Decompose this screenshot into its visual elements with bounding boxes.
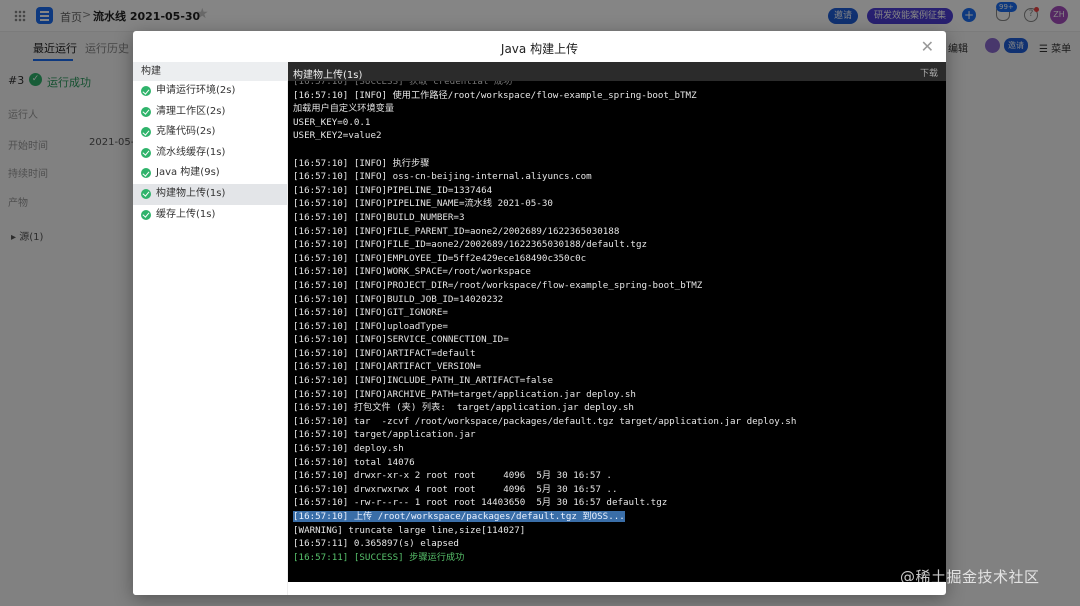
log-header: 构建物上传(1s) 下载 (288, 62, 946, 81)
log-line: [16:57:10] 打包文件 (夹) 列表: target/applicati… (293, 402, 634, 414)
log-line: [16:57:10] [INFO]FILE_ID=aone2/2002689/1… (293, 239, 648, 251)
success-check-icon (141, 86, 151, 96)
success-check-icon (141, 209, 151, 220)
step-item[interactable]: 缓存上传(1s) (133, 205, 287, 226)
log-line: [16:57:10] [INFO]BUILD_JOB_ID=14020232 (293, 293, 504, 305)
log-line: [16:57:10] target/application.jar (293, 429, 476, 441)
log-line: [16:57:11] [SUCCESS] 步骤运行成功 (293, 551, 465, 563)
log-line: [16:57:10] drwxr-xr-x 2 root root 4096 5… (293, 470, 612, 482)
log-title: 构建物上传(1s) (293, 70, 363, 81)
step-label: 流水线缓存(1s) (156, 146, 226, 158)
log-line: [16:57:10] 上传 /root/workspace/packages/d… (293, 510, 943, 524)
step-item[interactable]: 流水线缓存(1s) (133, 143, 287, 164)
success-check-icon (141, 188, 151, 199)
step-list: 构建 申请运行环境(2s) 清理工作区(2s) 克隆代码(2s) 流水线缓存(1s) J… (133, 62, 288, 595)
log-line: [16:57:10] [INFO]ARCHIVE_PATH=target/app… (293, 388, 636, 400)
log-line: [16:57:10] [INFO]uploadType= (293, 320, 448, 332)
log-line: USER_KEY2=value2 (293, 130, 382, 142)
log-line: [16:57:10] [INFO]BUILD_NUMBER=3 (293, 211, 465, 223)
download-button[interactable]: 下载 (920, 66, 938, 79)
log-line: [WARNING] truncate large line,size[11402… (293, 524, 526, 536)
step-list-header: 构建 (133, 62, 287, 81)
log-line: USER_KEY=0.0.1 (293, 116, 371, 128)
success-check-icon (141, 106, 151, 117)
log-line: [16:57:10] total 14076 (293, 456, 415, 468)
log-line: [16:57:10] [INFO]ARTIFACT_VERSION= (293, 361, 482, 373)
log-line: [16:57:10] tar -zcvf /root/workspace/pac… (293, 415, 797, 427)
log-line: [16:57:10] [INFO]SERVICE_CONNECTION_ID= (293, 334, 509, 346)
step-item[interactable]: 克隆代码(2s) (133, 122, 287, 143)
success-check-icon (141, 168, 151, 179)
log-line: [16:57:10] -rw-r--r-- 1 root root 144036… (293, 497, 668, 509)
log-line: [16:57:10] [INFO]PROJECT_DIR=/root/works… (293, 279, 703, 291)
build-log-modal: Java 构建上传 ✕ 构建 申请运行环境(2s) 清理工作区(2s) 克隆代码(2… (133, 31, 946, 595)
step-item[interactable]: 构建物上传(1s) (133, 183, 287, 205)
log-line: [16:57:10] [INFO] 使用工作路径/root/workspace/… (293, 89, 697, 101)
step-item[interactable]: 申请运行环境(2s) (133, 81, 287, 102)
log-line: [16:57:10] drwxrwxrwx 4 root root 4096 5… (293, 483, 618, 495)
log-line: [16:57:10] [INFO]FILE_PARENT_ID=aone2/20… (293, 225, 620, 237)
modal-title: Java 构建上传 (500, 42, 579, 56)
log-line: [16:57:10] deploy.sh (293, 443, 404, 455)
step-label: 清理工作区(2s) (156, 105, 226, 117)
log-line: [16:57:10] [INFO]ARTIFACT=default (293, 347, 476, 359)
step-item[interactable]: Java 构建(9s) (133, 163, 287, 184)
success-check-icon (141, 147, 151, 158)
log-line: [16:57:10] [INFO]PIPELINE_NAME=流水线 2021-… (293, 198, 553, 210)
step-label: Java 构建(9s) (156, 167, 220, 179)
log-line: [16:57:10] [INFO]PIPELINE_ID=1337464 (293, 184, 493, 196)
log-line: 加载用户自定义环境变量 (293, 103, 395, 115)
step-item[interactable]: 清理工作区(2s) (133, 102, 287, 123)
log-body: [16:57:10] [SUCCESS] 获取 credential 成功 [16… (293, 75, 943, 564)
step-label: 缓存上传(1s) (156, 208, 216, 220)
success-check-icon (141, 127, 151, 138)
log-line: [16:57:10] [INFO]WORK_SPACE=/root/worksp… (293, 266, 531, 278)
log-line: [16:57:10] [INFO] 执行步骤 (293, 157, 430, 169)
log-line: [16:57:10] [INFO]EMPLOYEE_ID=5ff2e429ece… (293, 252, 587, 264)
step-label: 克隆代码(2s) (156, 126, 216, 138)
watermark: @稀土掘金技术社区 (900, 568, 1040, 586)
step-label: 申请运行环境(2s) (156, 85, 236, 96)
step-label: 构建物上传(1s) (156, 187, 226, 199)
log-line: [16:57:10] [INFO]GIT_IGNORE= (293, 307, 448, 319)
log-panel: [16:57:10] [SUCCESS] 获取 credential 成功 [16… (288, 62, 946, 582)
log-line: [16:57:10] [INFO]INCLUDE_PATH_IN_ARTIFAC… (293, 375, 553, 387)
selected-log-text: [16:57:10] 上传 /root/workspace/packages/d… (293, 511, 625, 522)
log-line: [16:57:10] [INFO] oss-cn-beijing-interna… (293, 171, 592, 183)
log-line: [16:57:11] 0.365897(s) elapsed (293, 538, 459, 550)
close-icon[interactable]: ✕ (921, 37, 934, 56)
